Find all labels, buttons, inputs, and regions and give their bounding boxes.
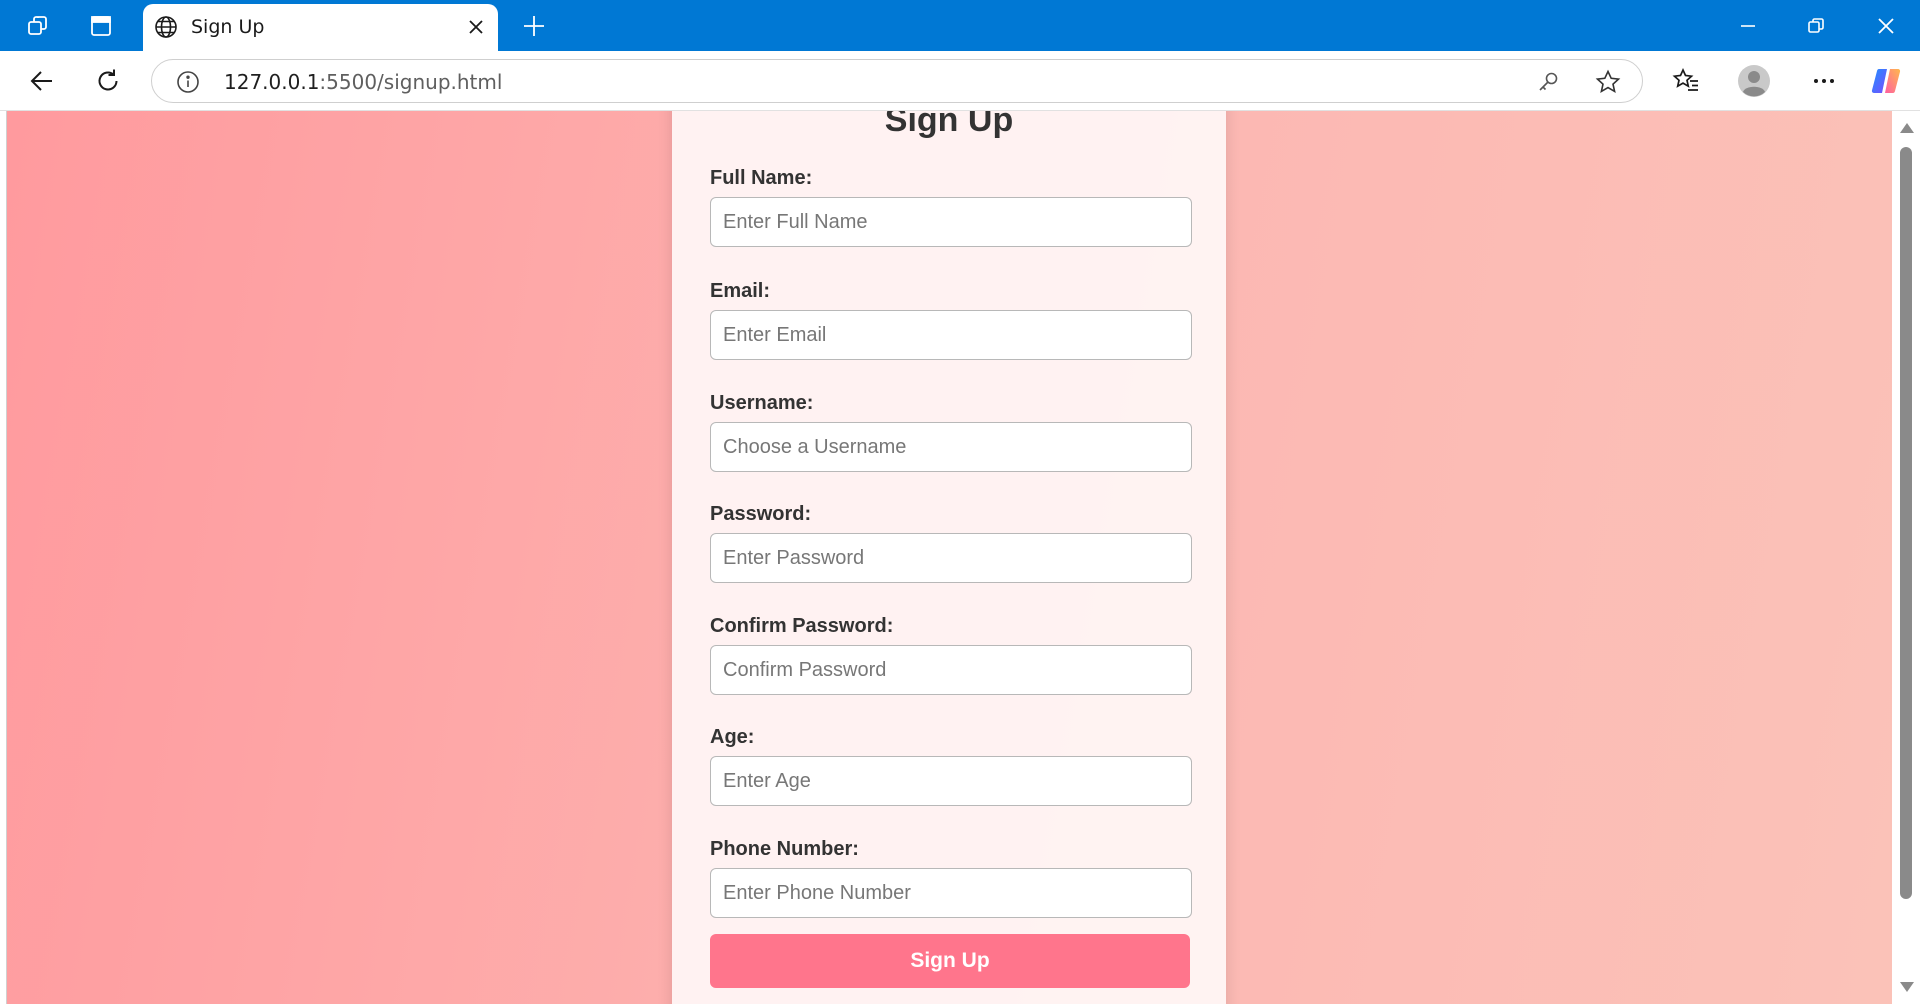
tab-title: Sign Up	[191, 16, 265, 38]
tab-actions-icon[interactable]	[86, 11, 116, 41]
copilot-icon[interactable]	[1868, 63, 1904, 99]
email-label: Email:	[710, 280, 771, 302]
confirm-password-input[interactable]	[710, 645, 1192, 695]
restore-icon[interactable]	[1782, 0, 1850, 51]
scroll-up-arrow-icon[interactable]	[1900, 123, 1914, 133]
email-input[interactable]	[710, 310, 1192, 360]
new-tab-plus-icon[interactable]	[518, 10, 550, 42]
page-viewport: Sign Up Full Name: Email: Username: Pass…	[6, 111, 1893, 1004]
address-bar[interactable]: 127.0.0.1:5500/signup.html	[151, 59, 1643, 103]
url-text[interactable]: 127.0.0.1:5500/signup.html	[224, 70, 502, 94]
phone-number-label: Phone Number:	[710, 838, 859, 860]
more-icon[interactable]	[1806, 63, 1842, 99]
vertical-scrollbar[interactable]	[1892, 111, 1920, 1004]
username-input[interactable]	[710, 422, 1192, 472]
globe-icon	[153, 14, 179, 40]
age-label: Age:	[710, 726, 755, 748]
full-name-input[interactable]	[710, 197, 1192, 247]
key-icon[interactable]	[1534, 68, 1562, 96]
username-label: Username:	[710, 392, 814, 414]
favorites-icon[interactable]	[1668, 63, 1704, 99]
confirm-password-label: Confirm Password:	[710, 615, 894, 637]
browser-tab-active[interactable]: Sign Up	[143, 4, 498, 51]
close-window-icon[interactable]	[1852, 0, 1920, 51]
back-arrow-icon[interactable]	[24, 63, 60, 99]
password-input[interactable]	[710, 533, 1192, 583]
password-label: Password:	[710, 503, 812, 525]
url-path: :5500/signup.html	[319, 70, 503, 94]
star-icon[interactable]	[1594, 68, 1622, 96]
info-icon[interactable]	[176, 70, 200, 94]
workspaces-icon[interactable]	[24, 11, 54, 41]
full-name-label: Full Name:	[710, 167, 813, 189]
age-input[interactable]	[710, 756, 1192, 806]
sign-up-button[interactable]: Sign Up	[710, 934, 1190, 988]
scroll-down-arrow-icon[interactable]	[1900, 982, 1914, 992]
phone-number-input[interactable]	[710, 868, 1192, 918]
avatar-icon[interactable]	[1736, 63, 1772, 99]
minimize-icon[interactable]	[1714, 0, 1782, 51]
close-tab-icon[interactable]	[462, 13, 490, 41]
signup-card: Sign Up Full Name: Email: Username: Pass…	[672, 111, 1226, 1004]
refresh-icon[interactable]	[90, 63, 126, 99]
scrollbar-thumb[interactable]	[1900, 147, 1912, 899]
browser-title-bar: Sign Up	[0, 0, 1920, 51]
form-title: Sign Up	[884, 111, 1014, 139]
url-host: 127.0.0.1	[224, 70, 320, 94]
browser-toolbar: 127.0.0.1:5500/signup.html	[0, 51, 1920, 111]
